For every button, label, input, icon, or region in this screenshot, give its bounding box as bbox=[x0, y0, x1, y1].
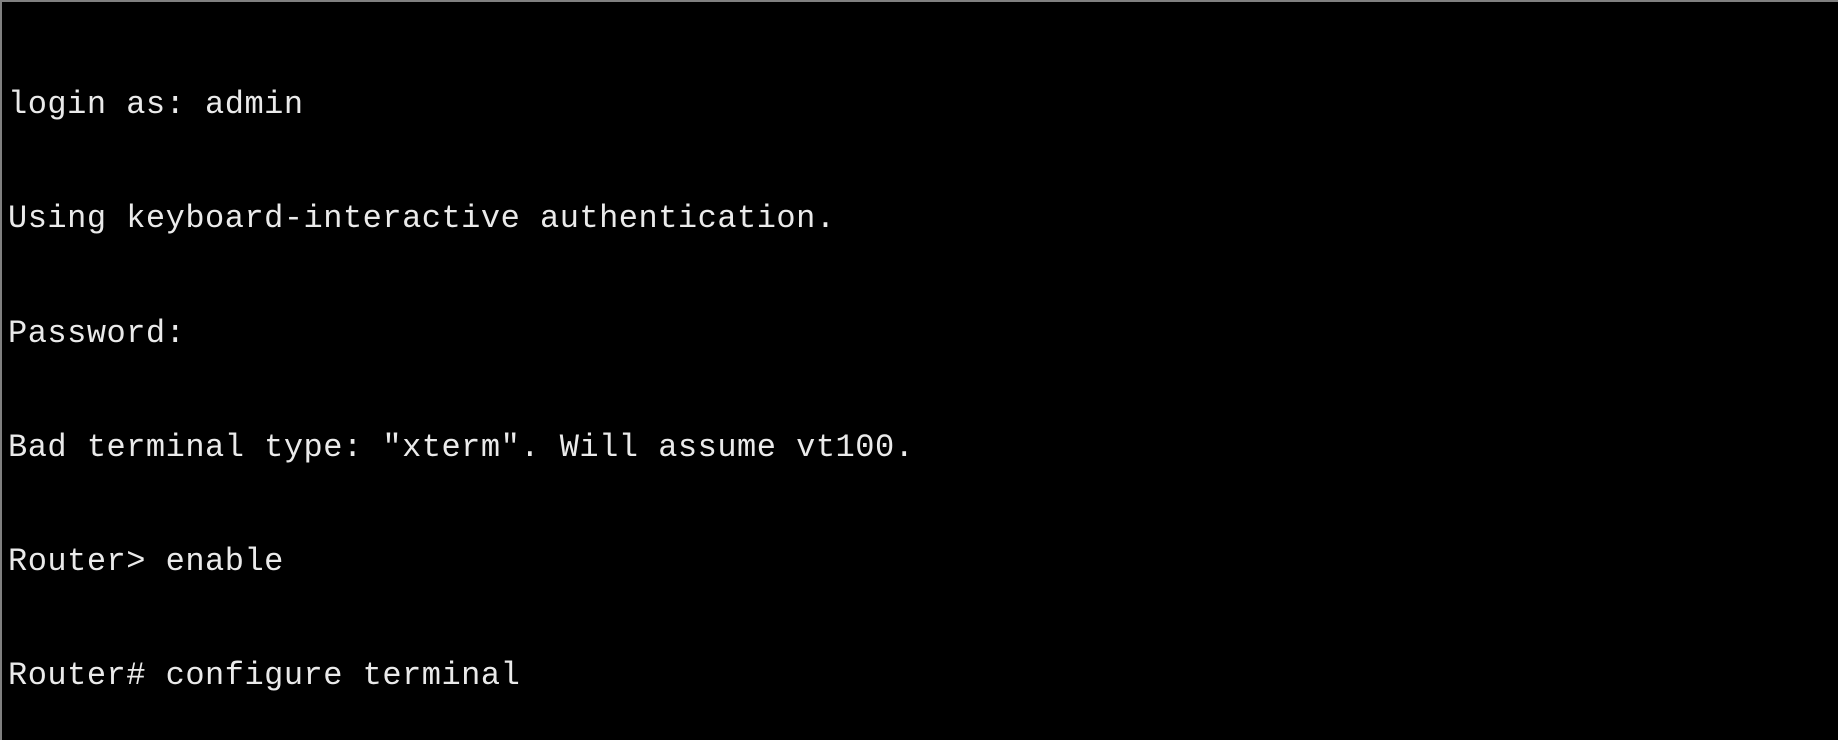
terminal-line: Router# configure terminal bbox=[8, 657, 1834, 695]
terminal-line: Using keyboard-interactive authenticatio… bbox=[8, 200, 1834, 238]
terminal-line: Router> enable bbox=[8, 543, 1834, 581]
terminal-line: Bad terminal type: "xterm". Will assume … bbox=[8, 429, 1834, 467]
terminal-line: Password: bbox=[8, 315, 1834, 353]
terminal-line: login as: admin bbox=[8, 86, 1834, 124]
terminal-window[interactable]: login as: admin Using keyboard-interacti… bbox=[0, 0, 1838, 740]
